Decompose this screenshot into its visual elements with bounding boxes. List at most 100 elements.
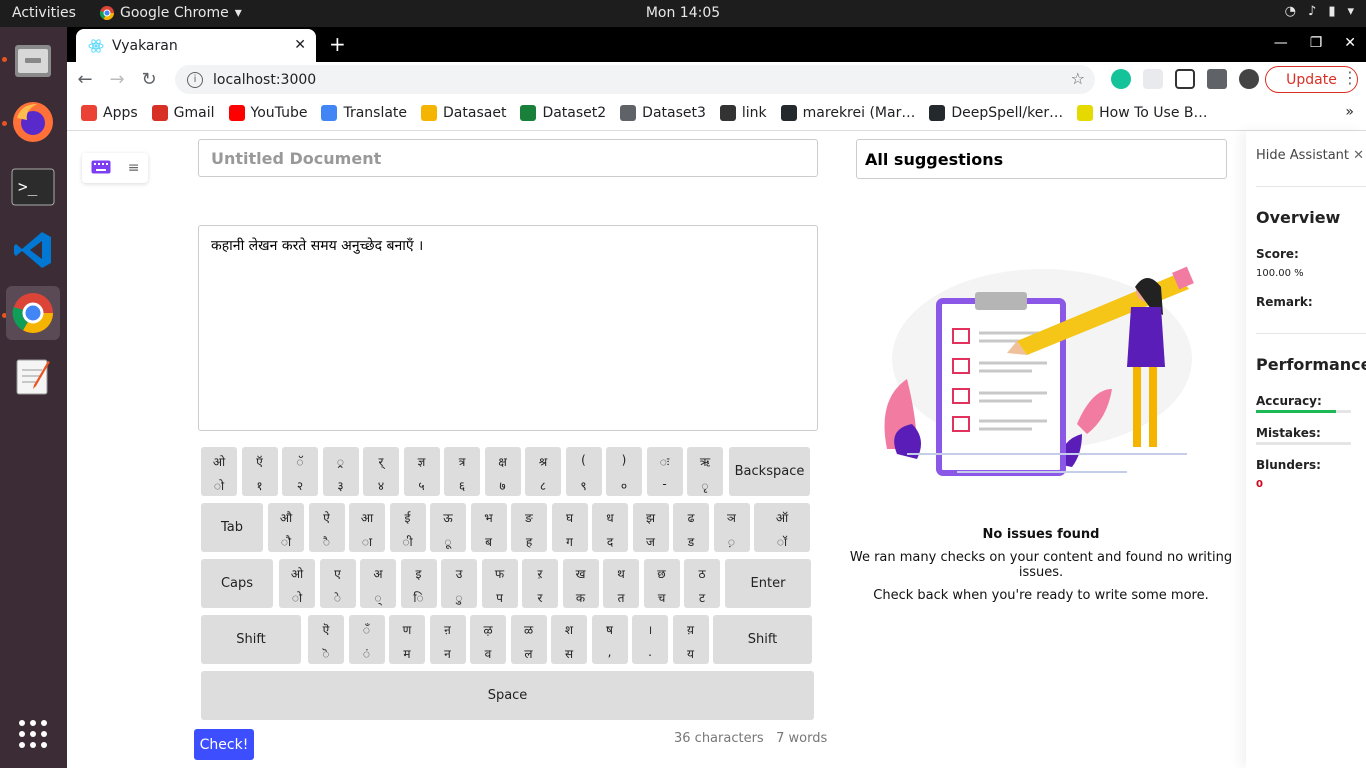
character-key[interactable]: शस <box>551 615 587 664</box>
character-key[interactable]: क्ष ७ <box>484 447 521 496</box>
activities-button[interactable]: Activities <box>12 5 76 21</box>
bookmark-item[interactable]: Datasaet <box>421 105 506 121</box>
puzzle-icon[interactable] <box>1207 69 1227 89</box>
character-key[interactable]: ऍ१ <box>241 447 278 496</box>
back-icon[interactable]: ← <box>71 65 99 93</box>
character-key[interactable]: ओो <box>201 447 237 496</box>
bookmark-star-icon[interactable]: ☆ <box>1071 69 1085 88</box>
files-app-icon[interactable] <box>6 33 60 87</box>
character-key[interactable]: ऴव <box>470 615 506 664</box>
forward-icon[interactable]: → <box>103 65 131 93</box>
character-key[interactable]: ँं <box>348 615 385 664</box>
character-key[interactable]: ऑॉ <box>754 503 810 552</box>
character-key[interactable]: ष, <box>591 615 628 664</box>
text-editor[interactable]: कहानी लेखन करते समय अनुच्छेद बनाएँ । <box>198 225 818 431</box>
character-key[interactable]: ऋृ <box>687 447 723 496</box>
address-bar[interactable]: i localhost:3000 ☆ <box>175 65 1095 94</box>
chrome-dock-icon[interactable] <box>6 286 60 340</box>
close-icon[interactable]: ✕ <box>1353 148 1364 163</box>
maximize-icon[interactable]: ❐ <box>1310 35 1323 51</box>
character-key[interactable]: ।. <box>632 615 668 664</box>
character-key[interactable]: ऱर <box>522 559 558 608</box>
extension-icon[interactable] <box>1143 69 1163 89</box>
character-key[interactable]: ्र ३ <box>322 447 359 496</box>
character-key[interactable]: श्र ८ <box>525 447 561 496</box>
character-key[interactable]: ढड <box>673 503 709 552</box>
bookmark-item[interactable]: YouTube <box>228 105 307 121</box>
character-key[interactable]: त्र ६ <box>444 447 480 496</box>
character-key[interactable]: णम <box>389 615 425 664</box>
character-key[interactable]: भब <box>470 503 507 552</box>
bookmark-item[interactable]: How To Use B… <box>1077 105 1208 121</box>
bookmark-item[interactable]: DeepSpell/ker… <box>929 105 1063 121</box>
vscode-icon[interactable] <box>6 223 60 277</box>
character-key[interactable]: घग <box>551 503 588 552</box>
character-key[interactable]: ऩन <box>429 615 466 664</box>
backspace-key[interactable]: Backspace <box>729 447 810 496</box>
app-menu[interactable]: Google Chrome ▾ <box>100 5 242 21</box>
character-key[interactable]: आा <box>349 503 385 552</box>
reload-icon[interactable]: ↻ <box>135 65 163 93</box>
minimize-icon[interactable]: — <box>1274 35 1288 51</box>
bookmark-item[interactable]: Dataset2 <box>520 105 606 121</box>
character-key[interactable]: ठट <box>684 559 720 608</box>
character-key[interactable]: धद <box>592 503 628 552</box>
profile-avatar[interactable] <box>1239 69 1259 89</box>
kebab-menu-icon[interactable]: ⋮ <box>1342 68 1358 87</box>
character-key[interactable]: उु <box>441 559 477 608</box>
character-key[interactable]: ॅ २ <box>282 447 318 496</box>
bookmark-item[interactable]: Dataset3 <box>620 105 706 121</box>
suggestions-header[interactable]: All suggestions <box>856 139 1227 179</box>
close-tab-icon[interactable]: ✕ <box>294 37 306 53</box>
character-key[interactable]: ङह <box>511 503 547 552</box>
character-key[interactable]: ञ़ <box>713 503 750 552</box>
character-key[interactable]: झज <box>632 503 669 552</box>
show-apps-icon[interactable] <box>6 707 60 761</box>
bookmarks-overflow-icon[interactable]: » <box>1345 104 1354 120</box>
firefox-icon[interactable] <box>6 95 60 149</box>
shift-right-key[interactable]: Shift <box>713 615 812 664</box>
site-info-icon[interactable]: i <box>187 71 203 88</box>
document-title-input[interactable]: Untitled Document <box>198 139 818 177</box>
character-key[interactable]: इि <box>400 559 437 608</box>
enter-key[interactable]: Enter <box>725 559 811 608</box>
character-key[interactable]: एे <box>319 559 356 608</box>
character-key[interactable]: ज्ञ ५ <box>403 447 440 496</box>
character-key[interactable]: औौ <box>268 503 304 552</box>
terminal-icon[interactable]: >_ <box>6 160 60 214</box>
character-key[interactable]: खक <box>562 559 599 608</box>
character-key[interactable]: ) ० <box>606 447 642 496</box>
character-key[interactable]: थत <box>603 559 639 608</box>
character-key[interactable]: ऐै <box>308 503 345 552</box>
character-key[interactable]: (९ <box>565 447 602 496</box>
character-key[interactable]: ः - <box>646 447 683 496</box>
lock-extension-icon[interactable] <box>1175 69 1195 89</box>
hide-assistant-button[interactable]: Hide Assistant ✕ <box>1256 148 1364 163</box>
bookmark-item[interactable]: Gmail <box>151 105 215 121</box>
caps-key[interactable]: Caps <box>201 559 273 608</box>
check-button[interactable]: Check! <box>194 729 254 760</box>
new-tab-icon[interactable]: + <box>329 32 346 56</box>
bookmark-item[interactable]: marekrei (Mar… <box>780 105 915 121</box>
character-key[interactable]: ईी <box>389 503 426 552</box>
bookmark-item[interactable]: Translate <box>321 105 407 121</box>
system-tray[interactable]: ◔ ♪ ▮ ▾ <box>1285 4 1354 19</box>
character-key[interactable]: य़ य <box>672 615 709 664</box>
bookmark-item[interactable]: link <box>719 105 767 121</box>
close-window-icon[interactable]: ✕ <box>1344 35 1356 51</box>
character-key[interactable]: छच <box>643 559 680 608</box>
text-editor-icon[interactable] <box>6 350 60 404</box>
character-key[interactable]: र् ४ <box>363 447 399 496</box>
tab-key[interactable]: Tab <box>201 503 263 552</box>
character-key[interactable]: फप <box>481 559 518 608</box>
character-key[interactable]: ओो <box>279 559 315 608</box>
character-key[interactable]: ळल <box>510 615 547 664</box>
space-key[interactable]: Space <box>201 671 814 720</box>
grammarly-icon[interactable] <box>1111 69 1131 89</box>
character-key[interactable]: ऊू <box>430 503 466 552</box>
browser-tab[interactable]: Vyakaran ✕ <box>76 29 316 62</box>
bookmark-item[interactable]: Apps <box>81 105 138 121</box>
character-key[interactable]: ऎॆ <box>308 615 344 664</box>
character-key[interactable]: अ् <box>360 559 396 608</box>
shift-left-key[interactable]: Shift <box>201 615 301 664</box>
